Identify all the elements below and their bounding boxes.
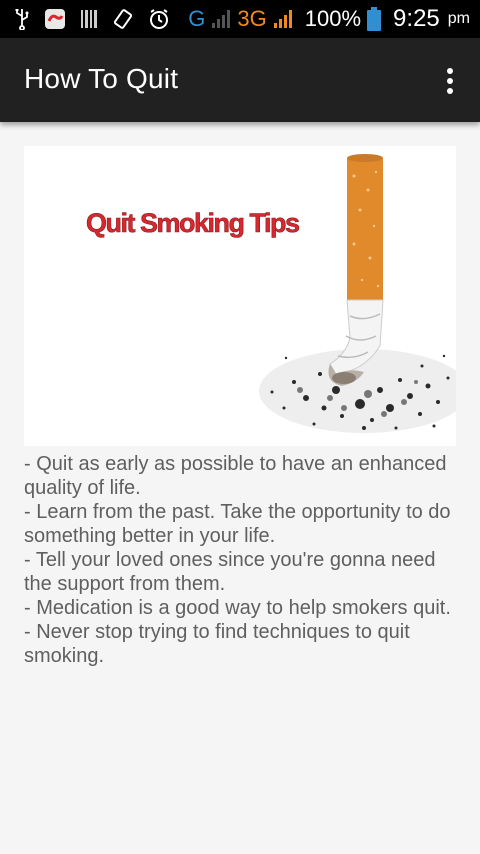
app-notification-icon <box>44 8 66 30</box>
tip-item: - Tell your loved ones since you're gonn… <box>24 549 436 595</box>
page-title: How To Quit <box>24 63 179 94</box>
overflow-menu-button[interactable] <box>440 64 460 98</box>
tip-item: - Learn from the past. Take the opportun… <box>24 501 451 547</box>
usb-icon <box>14 8 30 30</box>
rotate-icon <box>112 8 134 30</box>
network-3g-label: 3G <box>237 6 267 31</box>
clock-time: 9:25 <box>393 5 440 32</box>
overflow-dot <box>447 68 453 74</box>
battery-percent: 100% <box>304 6 362 31</box>
overflow-dot <box>447 88 453 94</box>
status-bar: G 3G 100% 9:25 pm <box>0 0 480 38</box>
overflow-dot <box>447 78 453 84</box>
network-g-label: G <box>188 6 206 31</box>
tip-item: - Never stop trying to find techniques t… <box>24 621 410 667</box>
alarm-icon <box>148 8 170 30</box>
signal-icon <box>273 8 293 30</box>
app-bar: How To Quit <box>0 38 480 122</box>
barcode-icon <box>80 8 98 30</box>
hero-image: Quit Smoking Tips <box>24 146 456 446</box>
clock-ampm: pm <box>447 10 470 27</box>
main-content: Quit Smoking Tips - Quit as early as pos… <box>24 146 456 668</box>
tip-item: - Quit as early as possible to have an e… <box>24 453 447 499</box>
signal-icon <box>211 8 231 30</box>
battery-icon <box>367 7 382 31</box>
tip-item: - Medication is a good way to help smoke… <box>24 597 451 619</box>
tips-list: - Quit as early as possible to have an e… <box>24 452 456 668</box>
hero-caption: Quit Smoking Tips <box>86 208 299 238</box>
